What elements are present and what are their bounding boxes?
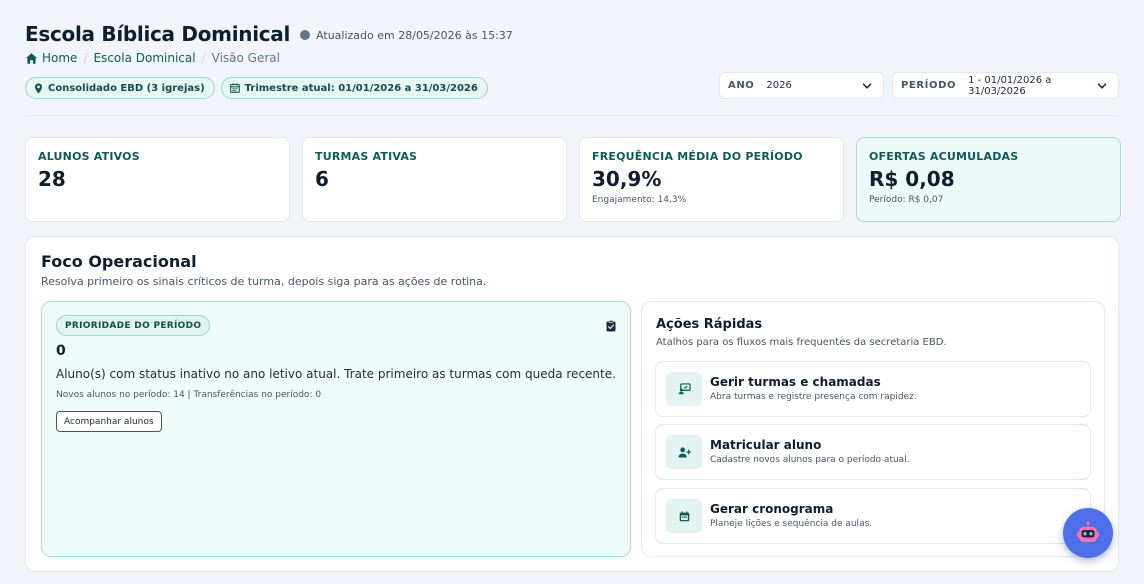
action-subtitle: Abra turmas e registre presença com rapi… <box>710 392 917 402</box>
home-icon[interactable] <box>25 52 38 65</box>
action-enroll-student[interactable]: Matricular aluno Cadastre novos alunos p… <box>655 424 1091 480</box>
context-chips: Consolidado EBD (3 igrejas) Trimestre at… <box>25 77 488 99</box>
breadcrumb-separator: / <box>83 51 88 65</box>
breadcrumb-current: Visão Geral <box>211 51 280 65</box>
kpi-card-alunos-ativos: ALUNOS ATIVOS 28 <box>25 137 290 222</box>
chevron-down-icon <box>861 80 873 92</box>
quick-actions-subtitle: Atalhos para os fluxos mais frequentes d… <box>656 337 947 348</box>
priority-card: PRIORIDADE DO PERÍODO 0 Aluno(s) com sta… <box>41 301 631 557</box>
focus-panel: Foco Operacional Resolva primeiro os sin… <box>25 236 1119 572</box>
action-generate-schedule[interactable]: Gerar cronograma Planeje lições e sequên… <box>655 488 1091 544</box>
scope-chip: Consolidado EBD (3 igrejas) <box>25 77 215 99</box>
kpi-card-ofertas-acumuladas: OFERTAS ACUMULADAS R$ 0,08 Período: R$ 0… <box>856 137 1121 222</box>
kpi-value: 28 <box>38 167 66 191</box>
updated-text: Atualizado em 28/05/2026 às 15:37 <box>316 28 513 42</box>
focus-subtitle: Resolva primeiro os sinais críticos de t… <box>41 275 487 288</box>
updated-status: Atualizado em 28/05/2026 às 15:37 <box>300 29 513 42</box>
breadcrumb: Home / Escola Dominical / Visão Geral <box>25 51 280 65</box>
breadcrumb-separator: / <box>201 51 206 65</box>
kpi-subtext: Período: R$ 0,07 <box>869 195 944 205</box>
filters: ANO 2026 PERÍODO 1 - 01/01/2026 a 31/03/… <box>719 72 1119 99</box>
classroom-icon <box>666 372 702 406</box>
priority-value: 0 <box>56 343 66 359</box>
period-select[interactable]: PERÍODO 1 - 01/01/2026 a 31/03/2026 <box>892 72 1119 99</box>
calendar-icon <box>666 499 702 533</box>
scope-chip-label: Consolidado EBD (3 igrejas) <box>48 82 205 94</box>
kpi-value: 6 <box>315 167 329 191</box>
breadcrumb-home[interactable]: Home <box>42 51 77 65</box>
quick-actions-title: Ações Rápidas <box>656 317 763 332</box>
quarter-chip-label: Trimestre atual: 01/01/2026 a 31/03/2026 <box>244 82 478 94</box>
period-select-value: 1 - 01/01/2026 a 31/03/2026 <box>968 74 1052 97</box>
kpi-card-turmas-ativas: TURMAS ATIVAS 6 <box>302 137 567 222</box>
user-plus-icon <box>666 435 702 469</box>
action-subtitle: Cadastre novos alunos para o período atu… <box>710 455 910 465</box>
action-title: Gerar cronograma <box>710 502 834 516</box>
breadcrumb-escola-dominical[interactable]: Escola Dominical <box>93 51 195 65</box>
kpi-subtext: Engajamento: 14,3% <box>592 195 687 205</box>
status-dot-icon <box>300 30 311 40</box>
kpi-label: ALUNOS ATIVOS <box>38 150 140 163</box>
kpi-label: FREQUÊNCIA MÉDIA DO PERÍODO <box>592 150 803 163</box>
year-select[interactable]: ANO 2026 <box>719 72 884 99</box>
year-select-value: 2026 <box>766 80 792 91</box>
priority-meta: Novos alunos no período: 14 | Transferên… <box>56 390 322 400</box>
kpi-value: R$ 0,08 <box>869 167 955 191</box>
page-title: Escola Bíblica Dominical <box>25 22 291 46</box>
robot-icon <box>1077 521 1099 542</box>
priority-text: Aluno(s) com status inativo no ano letiv… <box>56 367 616 381</box>
kpi-cards: ALUNOS ATIVOS 28 TURMAS ATIVAS 6 FREQUÊN… <box>25 137 1121 222</box>
location-pin-icon <box>34 82 43 94</box>
follow-students-button[interactable]: Acompanhar alunos <box>56 411 162 432</box>
action-manage-classes[interactable]: Gerir turmas e chamadas Abra turmas e re… <box>655 361 1091 417</box>
clipboard-check-icon <box>606 320 616 332</box>
dashboard-page: Escola Bíblica Dominical Atualizado em 2… <box>0 0 1144 584</box>
calendar-icon <box>229 83 240 93</box>
focus-title: Foco Operacional <box>41 252 197 271</box>
chevron-down-icon <box>1096 80 1108 92</box>
year-select-label: ANO <box>728 80 755 91</box>
header: Escola Bíblica Dominical Atualizado em 2… <box>25 22 513 46</box>
assistant-bot-button[interactable] <box>1063 508 1113 558</box>
action-title: Gerir turmas e chamadas <box>710 375 881 389</box>
kpi-label: TURMAS ATIVAS <box>315 150 418 163</box>
period-select-label: PERÍODO <box>901 80 957 91</box>
quick-actions-card: Ações Rápidas Atalhos para os fluxos mai… <box>641 301 1105 557</box>
kpi-value: 30,9% <box>592 167 662 191</box>
action-subtitle: Planeje lições e sequência de aulas. <box>710 519 873 529</box>
header-divider <box>25 115 1119 116</box>
quarter-chip: Trimestre atual: 01/01/2026 a 31/03/2026 <box>220 77 488 99</box>
kpi-card-frequencia-media: FREQUÊNCIA MÉDIA DO PERÍODO 30,9% Engaja… <box>579 137 844 222</box>
priority-chip: PRIORIDADE DO PERÍODO <box>56 315 211 336</box>
kpi-label: OFERTAS ACUMULADAS <box>869 150 1019 163</box>
action-title: Matricular aluno <box>710 438 822 452</box>
